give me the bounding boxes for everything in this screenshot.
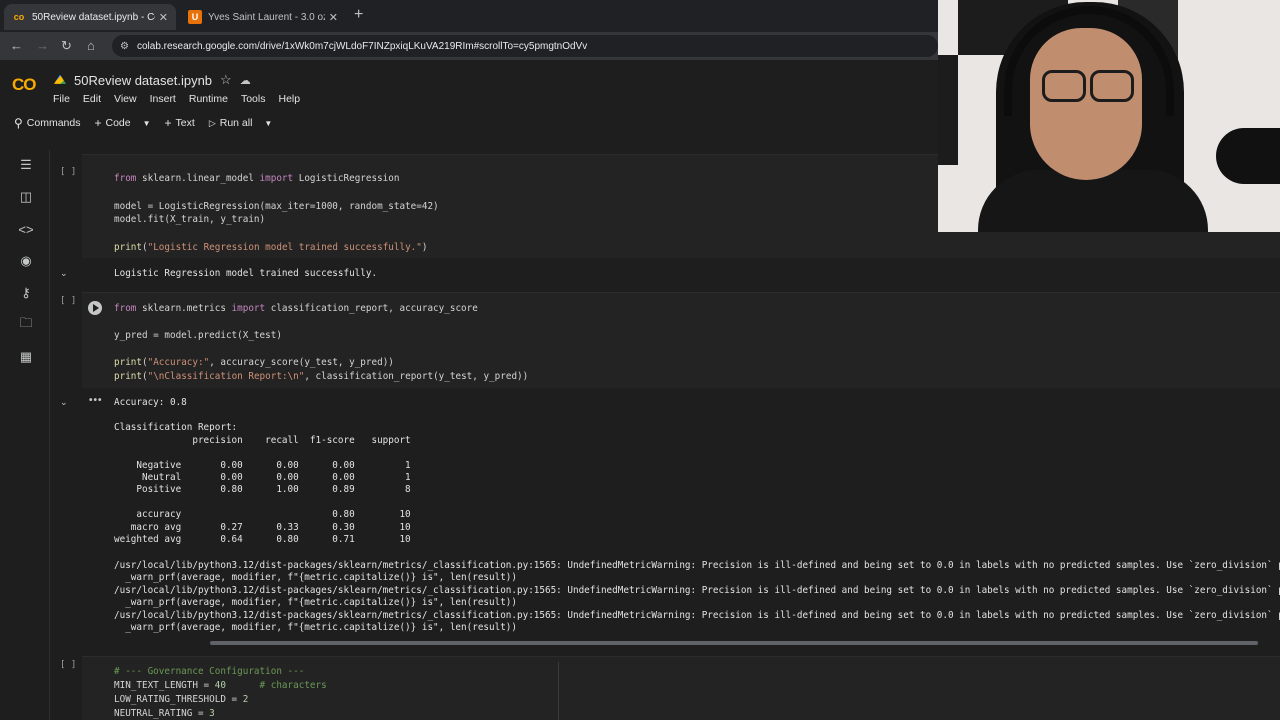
tab-ysl[interactable]: U Yves Saint Laurent - 3.0 oz Blac ✕ (180, 4, 346, 30)
warning-line: _warn_prf(average, modifier, f"{metric.c… (114, 622, 517, 633)
tab-title: Yves Saint Laurent - 3.0 oz Blac (208, 11, 325, 23)
commands-label: Commands (26, 117, 81, 129)
output-line: precision recall f1-score support (114, 435, 411, 446)
code-line: print("Accuracy:", accuracy_score(y_test… (114, 357, 394, 368)
code-snippets-icon[interactable]: <> (18, 221, 34, 237)
run-cell-button[interactable] (88, 301, 102, 315)
output-line: weighted avg 0.64 0.80 0.71 10 (114, 534, 411, 545)
code-line: # --- Governance Configuration --- (114, 666, 305, 677)
collapse-output-icon[interactable]: ⌄ (60, 397, 68, 408)
ruler-line (558, 662, 559, 720)
add-text-button[interactable]: + Text (165, 116, 195, 130)
url-text: colab.research.google.com/drive/1xWk0m7c… (136, 40, 588, 52)
microphone (1216, 128, 1280, 184)
output-line: Accuracy: 0.8 (114, 397, 187, 408)
warning-line: _warn_prf(average, modifier, f"{metric.c… (114, 597, 517, 608)
cell-run-bracket[interactable]: [ ] (60, 167, 76, 177)
code-line: model = LogisticRegression(max_iter=1000… (114, 201, 439, 212)
url-field[interactable]: ⚙ colab.research.google.com/drive/1xWk0m… (112, 35, 938, 57)
chevron-down-icon[interactable]: ▼ (143, 119, 151, 128)
output-horizontal-scrollbar[interactable] (210, 641, 1258, 645)
chevron-down-icon[interactable]: ▼ (264, 119, 272, 128)
menu-insert[interactable]: Insert (150, 93, 176, 105)
run-all-label: Run all (219, 117, 253, 129)
cell-run-bracket[interactable]: [ ] (60, 296, 76, 306)
output-line: Classification Report: (114, 422, 238, 433)
find-icon[interactable]: ◫ (18, 189, 34, 205)
warning-line: /usr/local/lib/python3.12/dist-packages/… (114, 560, 1280, 571)
run-all-button[interactable]: ▷ Run all ▼ (209, 117, 273, 129)
close-icon[interactable]: ✕ (329, 11, 338, 24)
close-icon[interactable]: ✕ (159, 11, 168, 24)
new-tab-button[interactable]: + (354, 6, 363, 24)
data-table-icon[interactable]: ▦ (18, 349, 34, 365)
webcam-overlay (938, 0, 1280, 232)
site-info-icon[interactable]: ⚙ (120, 41, 129, 52)
variables-icon[interactable]: ◉ (18, 253, 34, 269)
notebook-title[interactable]: 50Review dataset.ipynb (74, 73, 212, 88)
code-line: y_pred = model.predict(X_test) (114, 330, 282, 341)
toc-icon[interactable]: ☰ (18, 157, 34, 173)
play-icon: ▷ (208, 117, 216, 128)
warning-line: /usr/local/lib/python3.12/dist-packages/… (114, 585, 1280, 596)
tab-colab[interactable]: co 50Review dataset.ipynb - Colab ✕ (4, 4, 176, 30)
home-icon[interactable]: ⌂ (87, 38, 95, 53)
code-line: LOW_RATING_THRESHOLD = 2 (114, 694, 249, 705)
colab-favicon-icon: co (13, 12, 25, 22)
forward-icon[interactable]: → (36, 38, 49, 53)
code-line: from sklearn.linear_model import Logisti… (114, 173, 400, 184)
output-line: macro avg 0.27 0.33 0.30 10 (114, 522, 411, 533)
output-line: Neutral 0.00 0.00 0.00 1 (114, 472, 411, 483)
secrets-key-icon[interactable]: ⚷ (18, 285, 34, 301)
star-icon[interactable]: ☆ (220, 72, 232, 88)
code-line: MIN_TEXT_LENGTH = 40 # characters (114, 680, 327, 691)
output-actions-icon[interactable]: ••• (89, 395, 103, 406)
search-icon: ⚲ (14, 116, 23, 130)
warning-line: /usr/local/lib/python3.12/dist-packages/… (114, 610, 1280, 621)
webcam-background (938, 55, 958, 165)
output-line: accuracy 0.80 10 (114, 509, 411, 520)
menu-tools[interactable]: Tools (241, 93, 266, 105)
colab-logo[interactable]: CO (12, 75, 36, 95)
warning-line: _warn_prf(average, modifier, f"{metric.c… (114, 572, 517, 583)
code-line: from sklearn.metrics import classificati… (114, 303, 478, 314)
text-label: Text (175, 117, 195, 129)
code-line: model.fit(X_train, y_train) (114, 214, 266, 225)
code-label: Code (105, 117, 131, 129)
menu-runtime[interactable]: Runtime (189, 93, 228, 105)
menu-help[interactable]: Help (278, 93, 300, 105)
reload-icon[interactable]: ↻ (61, 38, 72, 54)
left-rail: ☰ ◫ <> ◉ ⚷ 🗀 ▦ (0, 150, 50, 720)
notebook-area: [ ] from sklearn.linear_model import Log… (50, 150, 1280, 720)
menu-edit[interactable]: Edit (83, 93, 101, 105)
notebook-title-row: 50Review dataset.ipynb ☆ ☁ (54, 72, 251, 88)
add-code-button[interactable]: + Code ▼ (94, 116, 150, 130)
menu-file[interactable]: File (53, 93, 70, 105)
cell-output: Logistic Regression model trained succes… (114, 268, 378, 279)
collapse-output-icon[interactable]: ⌄ (60, 268, 68, 279)
code-line: NEUTRAL_RATING = 3 (114, 708, 215, 719)
notebook-toolbar: ⚲ Commands + Code ▼ + Text ▷ Run all ▼ (14, 116, 286, 130)
plus-icon: + (94, 116, 102, 130)
back-icon[interactable]: ← (10, 38, 23, 53)
plus-icon: + (164, 116, 172, 130)
tab-title: 50Review dataset.ipynb - Colab (32, 11, 155, 23)
output-line: Negative 0.00 0.00 0.00 1 (114, 460, 411, 471)
cloud-icon[interactable]: ☁ (240, 74, 251, 87)
cell-run-bracket[interactable]: [ ] (60, 660, 76, 670)
code-line: print("Logistic Regression model trained… (114, 242, 428, 253)
menu-bar: File Edit View Insert Runtime Tools Help (53, 93, 313, 105)
menu-view[interactable]: View (114, 93, 137, 105)
shop-favicon-icon: U (188, 10, 202, 24)
code-line: print("\nClassification Report:\n", clas… (114, 371, 529, 382)
output-line: Positive 0.80 1.00 0.89 8 (114, 484, 411, 495)
files-folder-icon[interactable]: 🗀 (18, 315, 34, 333)
commands-button[interactable]: ⚲ Commands (14, 116, 80, 130)
drive-icon (54, 74, 66, 84)
